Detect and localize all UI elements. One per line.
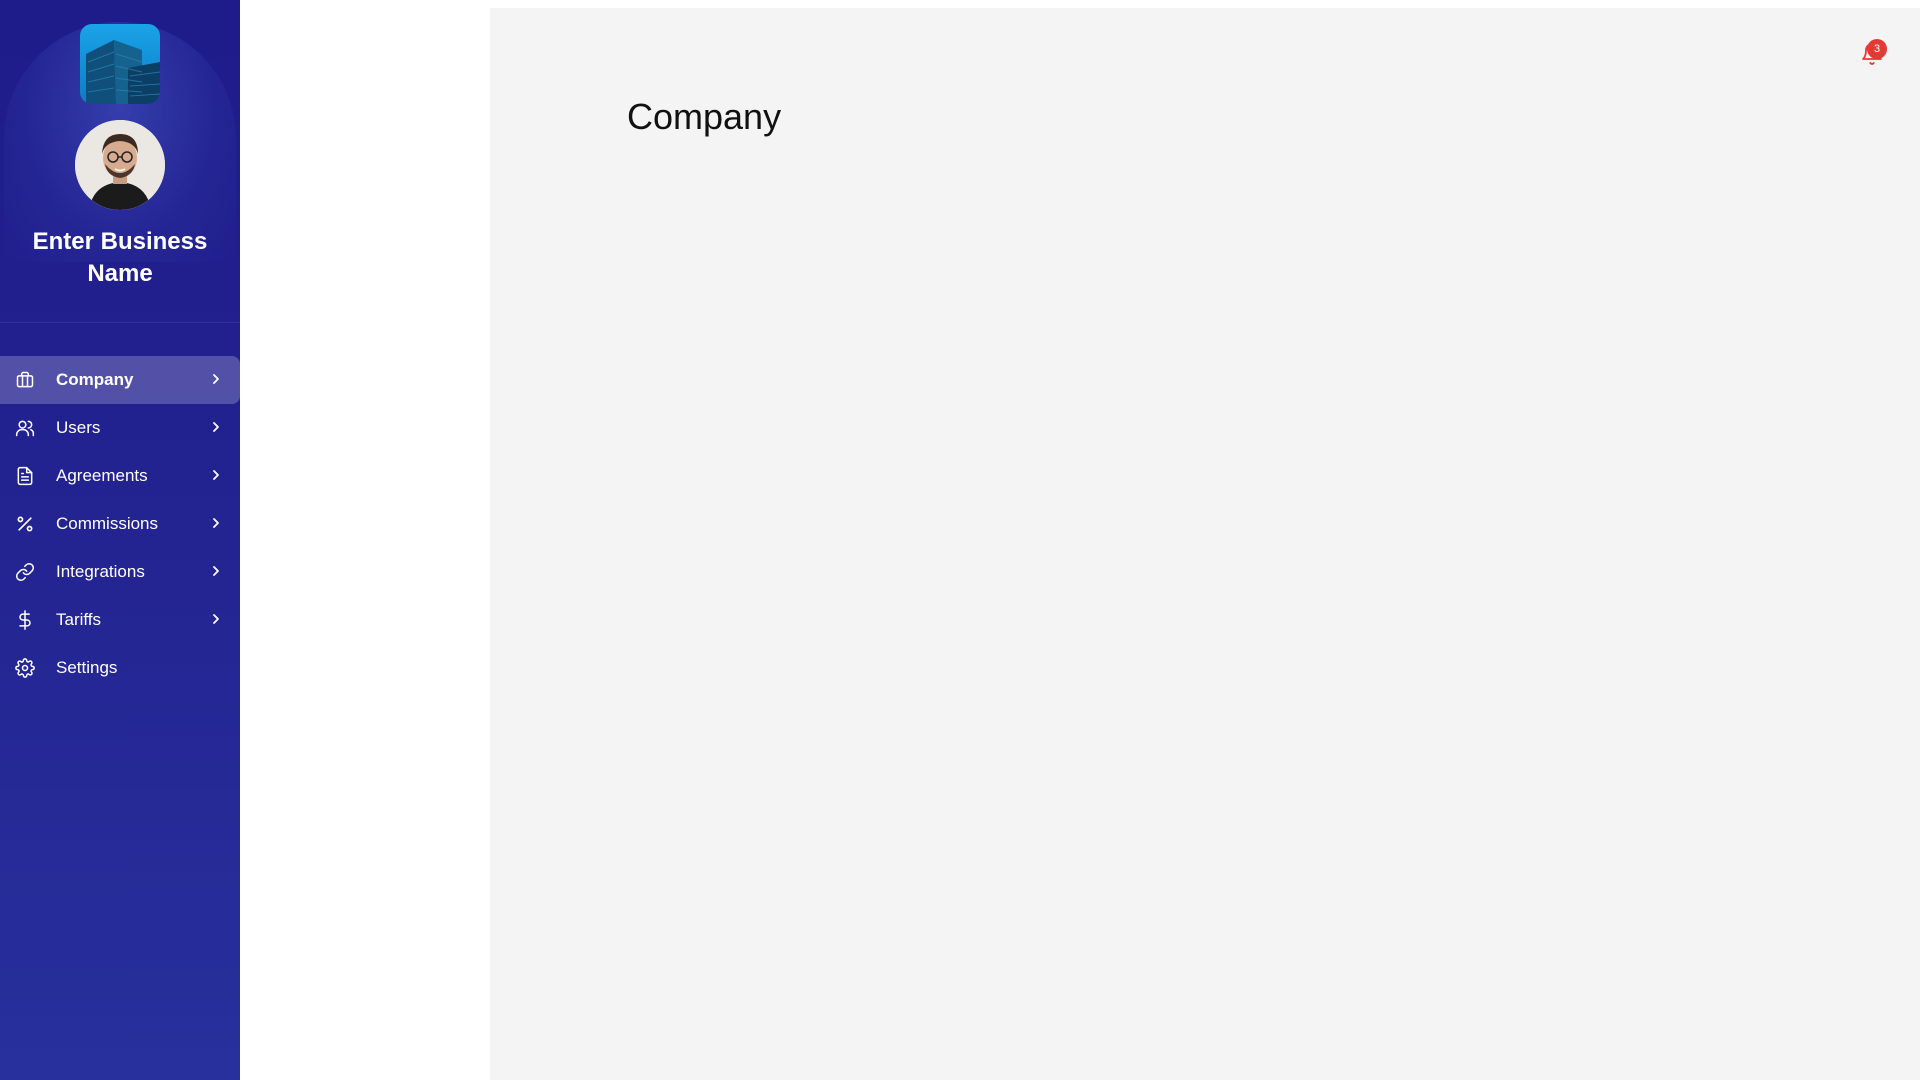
percent-icon <box>15 514 35 534</box>
gear-icon <box>15 658 35 678</box>
sidebar-item-company[interactable]: Company <box>0 356 240 404</box>
sidebar-item-label: Users <box>56 418 101 437</box>
sidebar-item-label: Tariffs <box>56 610 102 629</box>
sidebar-item-label: Integrations <box>56 562 145 581</box>
dollar-icon <box>15 610 35 630</box>
users-icon <box>15 418 35 438</box>
building-icon <box>80 24 160 104</box>
sidebar-item-agreements[interactable]: Agreements <box>0 452 240 500</box>
brand-logo[interactable] <box>80 24 160 104</box>
notification-count-badge[interactable]: 3 <box>1867 39 1887 59</box>
sidebar-item-integrations[interactable]: Integrations <box>0 548 240 596</box>
page-title: Company <box>627 96 782 137</box>
chevron-right-icon <box>210 467 222 481</box>
chevron-right-icon <box>210 611 222 625</box>
sidebar-divider <box>0 322 240 323</box>
briefcase-icon <box>15 370 35 390</box>
chevron-right-icon <box>210 419 222 433</box>
business-name[interactable]: Enter Business Name <box>10 226 230 290</box>
chevron-right-icon <box>210 515 222 529</box>
sidebar: Enter Business Name Company Users Agreem… <box>0 0 240 1080</box>
sidebar-item-settings[interactable]: Settings <box>0 644 240 692</box>
sidebar-item-label: Company <box>56 370 134 389</box>
sidebar-item-label: Commissions <box>56 514 159 533</box>
chevron-right-icon <box>210 371 222 385</box>
main-content: Company 3 <box>490 8 1920 1080</box>
link-icon <box>15 562 35 582</box>
chevron-right-icon <box>210 563 222 577</box>
avatar[interactable] <box>75 120 165 210</box>
sidebar-item-users[interactable]: Users <box>0 404 240 452</box>
sidebar-item-tariffs[interactable]: Tariffs <box>0 596 240 644</box>
document-icon <box>15 466 35 486</box>
user-avatar-icon <box>75 120 165 210</box>
sidebar-item-commissions[interactable]: Commissions <box>0 500 240 548</box>
sidebar-item-label: Settings <box>56 658 118 677</box>
sidebar-item-label: Agreements <box>56 466 148 485</box>
sidebar-nav: Company Users Agreements Commissions Int… <box>0 356 240 692</box>
